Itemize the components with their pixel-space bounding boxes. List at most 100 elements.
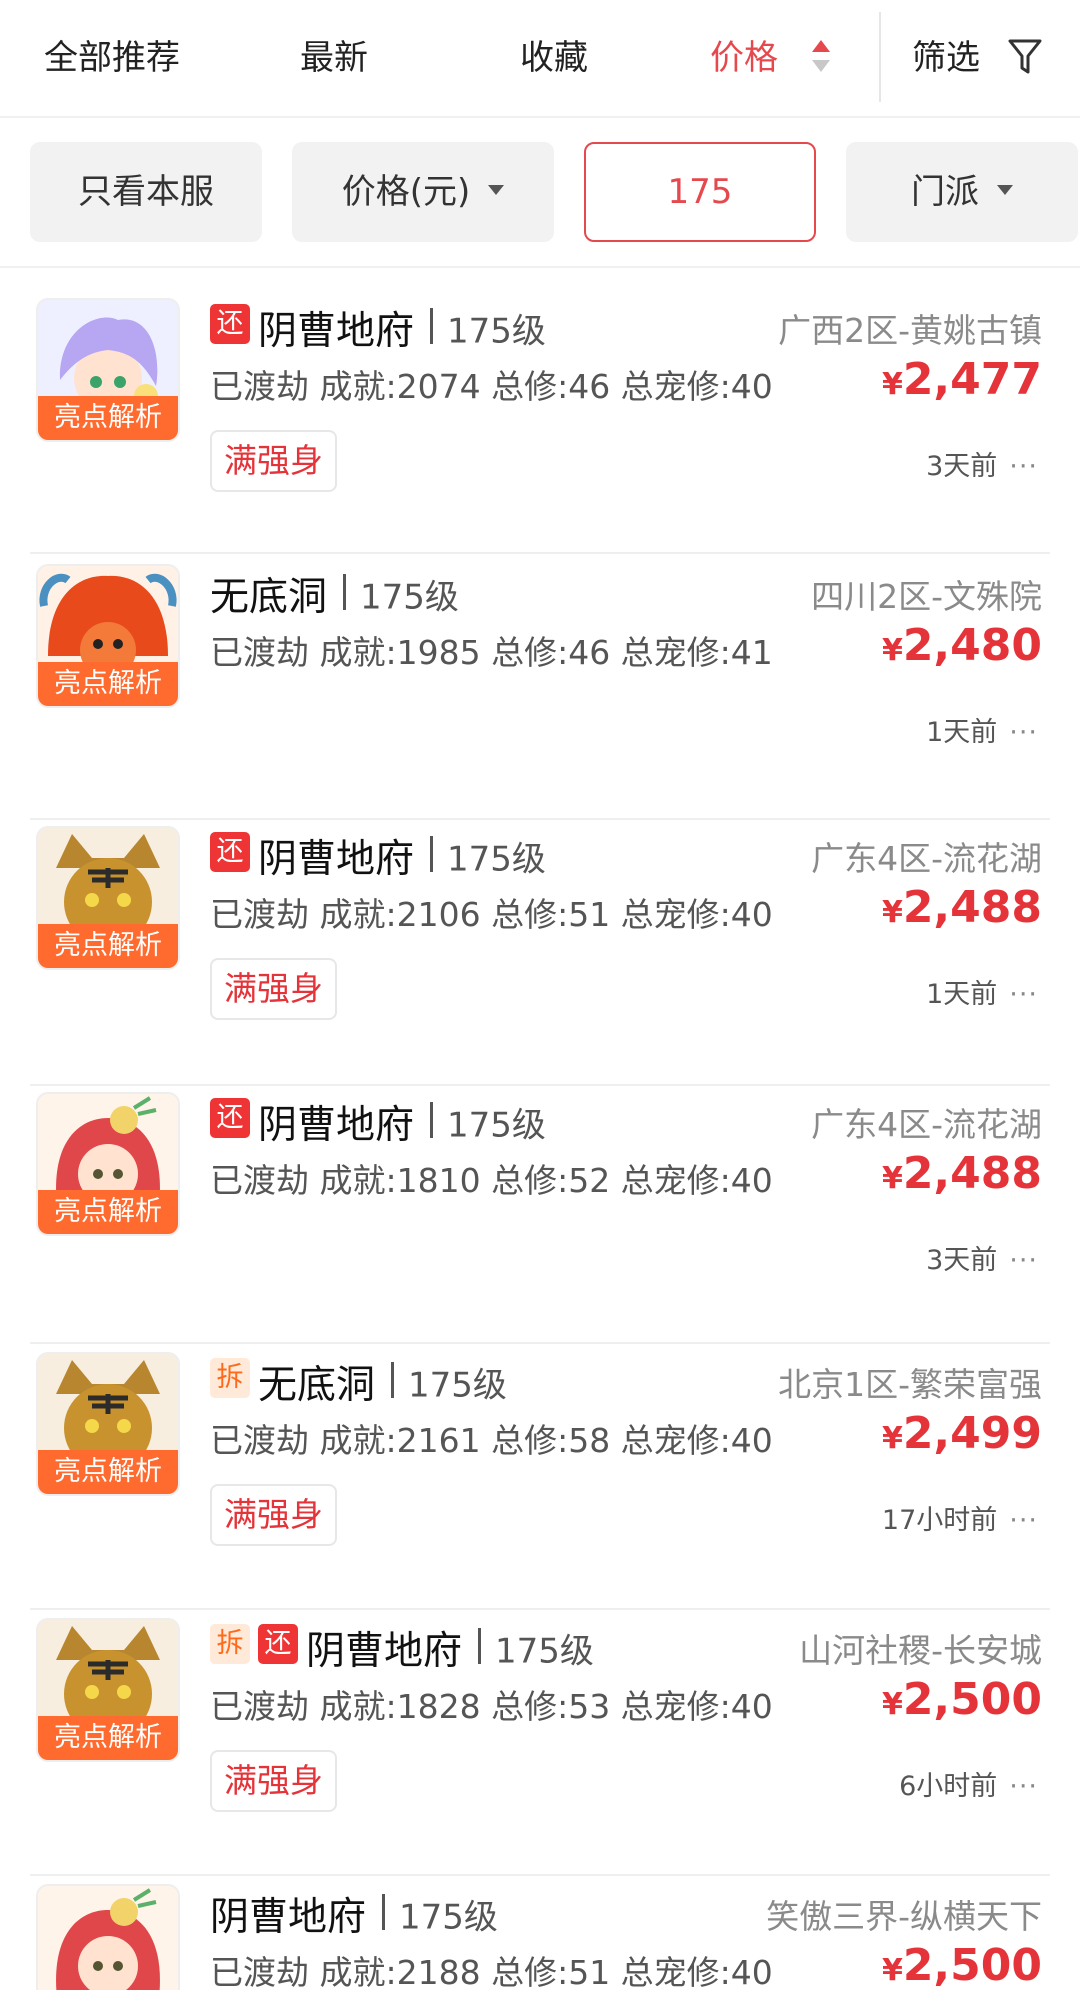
listing-title-row: 拆无底洞 175级 [210, 1354, 507, 1408]
tab-favorites[interactable]: 收藏 [520, 28, 588, 88]
feature-tag: 满强身 [210, 958, 337, 1020]
sort-arrows-icon[interactable] [808, 38, 832, 78]
currency-symbol: ¥ [881, 1687, 903, 1722]
listing-title-row: 还阴曹地府 175级 [210, 828, 546, 882]
filter-chips: 只看本服 价格(元) 175 门派 [0, 120, 1080, 268]
listing-item[interactable]: 亮点解析 还阴曹地府 175级 广东4区-流花湖 已渡劫 成就:2106 总修:51 总… [0, 826, 1080, 1072]
chip-price-dropdown[interactable]: 价格(元) [292, 142, 554, 242]
tab-price[interactable]: 价格 [710, 28, 778, 88]
price-value: 2,500 [902, 1674, 1042, 1725]
list-divider [30, 1342, 1050, 1344]
character-avatar[interactable]: 亮点解析 [36, 298, 180, 442]
listing-price: ¥2,500 [882, 1940, 1042, 1990]
server-name: 北京1区-繁荣富强 [778, 1365, 1042, 1404]
list-divider [30, 818, 1050, 820]
posted-time-row: 17小时前 ··· [882, 1498, 1038, 1537]
listing-item[interactable]: 亮点解析 还阴曹地府 175级 广西2区-黄姚古镇 已渡劫 成就:2074 总修:46 … [0, 298, 1080, 540]
character-level: 175级 [447, 839, 546, 880]
more-options-icon[interactable]: ··· [1009, 979, 1038, 1010]
character-stats: 已渡劫 成就:2106 总修:51 总宠修:40 [210, 895, 773, 934]
posted-time-row: 6小时前 ··· [899, 1764, 1038, 1803]
listing-title-row: 阴曹地府 175级 [210, 1886, 498, 1940]
return-badge: 还 [258, 1624, 298, 1664]
listing-item[interactable]: 亮点解析 拆无底洞 175级 北京1区-繁荣富强 已渡劫 成就:2161 总修:58 总… [0, 1352, 1080, 1596]
return-badge: 还 [210, 1098, 250, 1138]
server-name: 笑傲三界-纵横天下 [766, 1897, 1042, 1936]
listing-price: ¥2,480 [882, 620, 1042, 671]
feature-tag: 满强身 [210, 1750, 337, 1812]
red-hair-girl-avatar [38, 1886, 178, 1990]
currency-symbol: ¥ [881, 633, 903, 668]
title-separator [430, 836, 434, 872]
more-options-icon[interactable]: ··· [1009, 451, 1038, 482]
title-separator [478, 1628, 482, 1664]
character-avatar[interactable]: 亮点解析 [36, 564, 180, 708]
school-name: 无底洞 [210, 575, 328, 620]
character-avatar[interactable]: 亮点解析 [36, 1352, 180, 1496]
highlight-analysis-label[interactable]: 亮点解析 [38, 1716, 178, 1760]
posted-time-row: 1天前 ··· [926, 972, 1038, 1011]
chevron-down-icon [997, 184, 1013, 195]
listing-item[interactable]: 亮点解析 无底洞 175级 四川2区-文殊院 已渡劫 成就:1985 总修:46 总宠修… [0, 564, 1080, 806]
highlight-analysis-label[interactable]: 亮点解析 [38, 1190, 178, 1234]
currency-symbol: ¥ [881, 367, 903, 402]
list-divider [30, 552, 1050, 554]
highlight-analysis-label[interactable]: 亮点解析 [38, 396, 178, 440]
character-level: 175级 [447, 311, 546, 352]
listing-item[interactable]: 亮点解析 还阴曹地府 175级 广东4区-流花湖 已渡劫 成就:1810 总修:52 总… [0, 1092, 1080, 1330]
list-divider [30, 1084, 1050, 1086]
return-badge: 还 [210, 832, 250, 872]
listing-price: ¥2,499 [882, 1408, 1042, 1459]
listing-price: ¥2,488 [882, 882, 1042, 933]
character-stats: 已渡劫 成就:2074 总修:46 总宠修:40 [210, 367, 773, 406]
posted-time: 1天前 [926, 717, 998, 748]
chip-this-server-only[interactable]: 只看本服 [30, 142, 262, 242]
currency-symbol: ¥ [881, 1161, 903, 1196]
split-badge: 拆 [210, 1358, 250, 1398]
price-value: 2,488 [902, 882, 1042, 933]
filter-funnel-icon[interactable] [1008, 38, 1042, 76]
tab-divider [879, 12, 881, 102]
school-name: 阴曹地府 [210, 1895, 367, 1940]
listing-title-row: 无底洞 175级 [210, 566, 459, 620]
listing-item[interactable]: 阴曹地府 175级 笑傲三界-纵横天下 已渡劫 成就:2188 总修:51 总宠修:4… [0, 1884, 1080, 1990]
highlight-analysis-label[interactable]: 亮点解析 [38, 924, 178, 968]
posted-time-row: 3天前 ··· [926, 444, 1038, 483]
price-value: 2,477 [902, 354, 1042, 405]
more-options-icon[interactable]: ··· [1009, 1505, 1038, 1536]
character-avatar[interactable] [36, 1884, 180, 1990]
chip-school-dropdown[interactable]: 门派 [846, 142, 1078, 242]
character-avatar[interactable]: 亮点解析 [36, 1618, 180, 1762]
posted-time-row: 3天前 ··· [926, 1238, 1038, 1277]
title-separator [391, 1362, 395, 1398]
title-separator [430, 1102, 434, 1138]
list-divider [30, 1608, 1050, 1610]
listing-price: ¥2,488 [882, 1148, 1042, 1199]
more-options-icon[interactable]: ··· [1009, 1245, 1038, 1276]
listing-title-row: 还阴曹地府 175级 [210, 1094, 546, 1148]
server-name: 广东4区-流花湖 [811, 1105, 1042, 1144]
server-name: 山河社稷-长安城 [799, 1631, 1042, 1670]
posted-time: 3天前 [926, 451, 998, 482]
highlight-analysis-label[interactable]: 亮点解析 [38, 662, 178, 706]
filter-button[interactable]: 筛选 [912, 28, 980, 88]
school-name: 阴曹地府 [306, 1629, 463, 1674]
character-stats: 已渡劫 成就:1828 总修:53 总宠修:40 [210, 1687, 773, 1726]
chip-label: 175 [667, 172, 733, 212]
highlight-analysis-label[interactable]: 亮点解析 [38, 1450, 178, 1494]
character-level: 175级 [399, 1897, 498, 1938]
chip-label: 门派 [911, 172, 979, 212]
tab-all-recommended[interactable]: 全部推荐 [44, 28, 180, 88]
chevron-down-icon [488, 184, 505, 195]
tab-newest[interactable]: 最新 [300, 28, 368, 88]
chip-level-175[interactable]: 175 [584, 142, 816, 242]
more-options-icon[interactable]: ··· [1009, 717, 1038, 748]
character-avatar[interactable]: 亮点解析 [36, 1092, 180, 1236]
more-options-icon[interactable]: ··· [1009, 1771, 1038, 1802]
price-value: 2,480 [902, 620, 1042, 671]
listing-item[interactable]: 亮点解析 拆还阴曹地府 175级 山河社稷-长安城 已渡劫 成就:1828 总修:53 … [0, 1618, 1080, 1862]
title-separator [430, 308, 434, 344]
character-avatar[interactable]: 亮点解析 [36, 826, 180, 970]
posted-time: 6小时前 [899, 1771, 998, 1802]
chip-label: 价格(元) [341, 172, 471, 212]
